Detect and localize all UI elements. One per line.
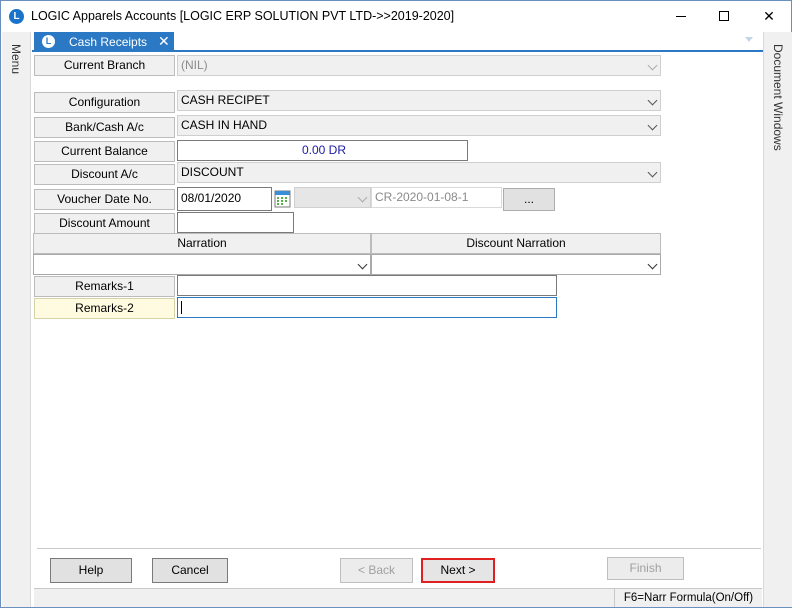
back-button[interactable]: < Back [340, 558, 413, 583]
finish-button[interactable]: Finish [607, 557, 684, 580]
status-bar: F6=Narr Formula(On/Off) [34, 588, 762, 607]
tab-list-dropdown-icon[interactable] [745, 37, 753, 42]
help-button[interactable]: Help [50, 558, 132, 583]
current-balance-field: 0.00 DR [177, 140, 468, 161]
remarks-2-label: Remarks-2 [34, 298, 175, 319]
status-hint: F6=Narr Formula(On/Off) [614, 589, 762, 607]
app-logo-icon: L [9, 9, 24, 24]
bank-cash-label: Bank/Cash A/c [34, 117, 175, 138]
discount-ac-value: DISCOUNT [181, 165, 244, 179]
discount-amount-label: Discount Amount [34, 213, 175, 234]
current-balance-label: Current Balance [34, 141, 175, 162]
document-windows-label[interactable]: Document Windows [771, 44, 785, 151]
maximize-button[interactable] [701, 1, 747, 31]
remarks-2-input[interactable] [177, 297, 557, 318]
narration-combo[interactable] [33, 254, 371, 275]
chevron-down-icon [647, 120, 658, 131]
narration-header: Narration [33, 233, 371, 254]
minimize-icon [676, 16, 686, 17]
current-branch-value: (NIL) [181, 58, 208, 72]
window-title: LOGIC Apparels Accounts [LOGIC ERP SOLUT… [31, 9, 455, 23]
tab-label: Cash Receipts [69, 35, 148, 49]
chevron-down-icon [647, 167, 658, 178]
voucher-series-combo [294, 187, 371, 208]
chevron-down-icon [357, 192, 368, 203]
voucher-date-input[interactable]: 08/01/2020 [177, 187, 272, 211]
chevron-down-icon [647, 259, 658, 270]
discount-ac-label: Discount A/c [34, 164, 175, 185]
calendar-icon[interactable] [274, 189, 291, 208]
configuration-label: Configuration [34, 92, 175, 113]
button-bar-divider [37, 548, 761, 549]
menu-side-panel[interactable] [2, 32, 31, 607]
tab-cash-receipts[interactable]: L Cash Receipts ✕ [34, 32, 174, 52]
minimize-button[interactable] [658, 1, 704, 31]
close-button[interactable]: ✕ [746, 1, 792, 31]
discount-amount-input[interactable] [177, 212, 294, 233]
current-branch-label: Current Branch [34, 55, 175, 76]
menu-side-label[interactable]: Menu [9, 44, 23, 74]
maximize-icon [719, 11, 729, 21]
next-button[interactable]: Next > [421, 558, 495, 583]
tab-close-icon[interactable]: ✕ [158, 33, 170, 50]
remarks-1-label: Remarks-1 [34, 276, 175, 297]
discount-narration-header: Discount Narration [371, 233, 661, 254]
discount-ac-combo[interactable]: DISCOUNT [177, 162, 661, 183]
current-branch-combo: (NIL) [177, 55, 661, 76]
chevron-down-icon [647, 60, 658, 71]
voucher-number-field: CR-2020-01-08-1 [371, 187, 502, 208]
configuration-combo[interactable]: CASH RECIPET [177, 90, 661, 111]
title-bar: L LOGIC Apparels Accounts [LOGIC ERP SOL… [1, 1, 791, 31]
remarks-1-input[interactable] [177, 275, 557, 296]
chevron-down-icon [647, 95, 658, 106]
chevron-down-icon [357, 259, 368, 270]
configuration-value: CASH RECIPET [181, 93, 270, 107]
document-tab-strip: L Cash Receipts ✕ [32, 32, 763, 52]
voucher-date-label: Voucher Date No. [34, 189, 175, 210]
bank-cash-combo[interactable]: CASH IN HAND [177, 115, 661, 136]
app-window: L LOGIC Apparels Accounts [LOGIC ERP SOL… [0, 0, 792, 608]
tab-logo-icon: L [42, 35, 55, 48]
voucher-browse-button[interactable]: ... [503, 188, 555, 211]
cancel-button[interactable]: Cancel [152, 558, 228, 583]
bank-cash-value: CASH IN HAND [181, 118, 268, 132]
discount-narration-combo[interactable] [371, 254, 661, 275]
text-cursor [181, 301, 182, 315]
